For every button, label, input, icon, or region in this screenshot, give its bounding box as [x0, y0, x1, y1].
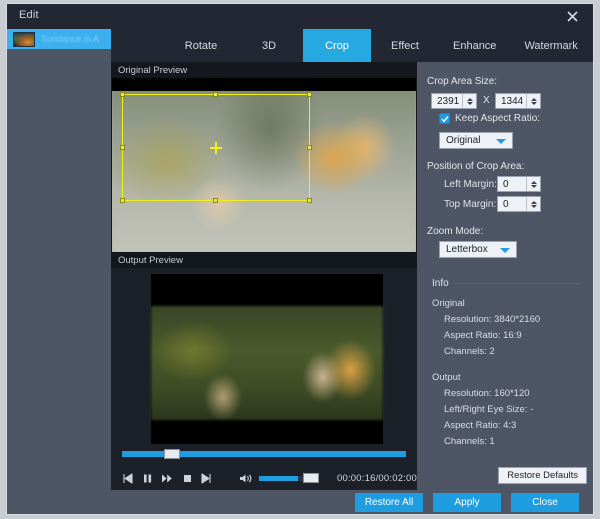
- crop-width-spin-arrows[interactable]: [462, 94, 476, 108]
- left-margin-stepper[interactable]: [497, 176, 541, 192]
- restore-defaults-button[interactable]: Restore Defaults: [498, 467, 587, 484]
- crop-handle-middle-right[interactable]: [307, 144, 312, 150]
- info-original-resolution: Resolution: 3840*2160: [444, 314, 541, 325]
- output-preview-title: Output Preview: [111, 252, 417, 268]
- edit-window: Edit Rotate 3D Crop Effect Enhance Water…: [6, 3, 594, 515]
- zoom-mode-select[interactable]: Letterbox: [439, 241, 517, 258]
- volume-fill: [258, 475, 299, 481]
- volume-slider[interactable]: [258, 472, 319, 483]
- window-title: Edit: [19, 9, 39, 21]
- restore-all-button[interactable]: Restore All: [355, 493, 423, 512]
- info-output-eye-size: Left/Right Eye Size: -: [444, 404, 534, 415]
- original-preview-title: Original Preview: [111, 62, 417, 78]
- output-preview-image: [151, 306, 383, 420]
- zoom-mode-value: Letterbox: [446, 244, 488, 255]
- info-original-heading: Original: [432, 298, 465, 309]
- keep-aspect-ratio-label: Keep Aspect Ratio:: [455, 113, 541, 124]
- original-letterbox-top: [112, 78, 416, 91]
- crop-width-stepper[interactable]: [431, 93, 477, 109]
- crop-handle-bottom-center[interactable]: [213, 198, 218, 203]
- tab-list: Rotate 3D Crop Effect Enhance Watermark: [167, 29, 592, 62]
- top-margin-input[interactable]: [498, 197, 526, 211]
- close-button[interactable]: Close: [511, 493, 579, 512]
- info-title: Info: [432, 278, 449, 289]
- keep-aspect-ratio-checkbox[interactable]: [439, 113, 450, 124]
- time-display: 00:00:16/00:02:00: [336, 472, 417, 484]
- tab-effect[interactable]: Effect: [371, 29, 439, 62]
- title-bar: Edit: [7, 4, 593, 29]
- tab-enhance[interactable]: Enhance: [439, 29, 510, 62]
- skip-previous-icon[interactable]: [120, 469, 136, 488]
- crop-height-input[interactable]: [496, 94, 526, 108]
- info-output-channels: Channels: 1: [444, 436, 495, 447]
- seek-handle[interactable]: [164, 449, 180, 459]
- close-glyph: [566, 11, 578, 22]
- original-preview-panel: Original Preview: [111, 62, 417, 252]
- info-original-aspect-ratio: Aspect Ratio: 16:9: [444, 330, 522, 341]
- footer-bar: Restore All Apply Close: [7, 490, 593, 514]
- info-original-channels: Channels: 2: [444, 346, 495, 357]
- aspect-ratio-select[interactable]: Original: [439, 132, 513, 149]
- stop-icon[interactable]: [179, 469, 195, 488]
- aspect-ratio-value: Original: [446, 135, 481, 146]
- keep-aspect-ratio-row[interactable]: Keep Aspect Ratio:: [439, 113, 540, 124]
- top-margin-stepper[interactable]: [497, 196, 541, 212]
- check-icon: [440, 115, 449, 122]
- top-margin-label: Top Margin:: [444, 199, 497, 210]
- tab-rotate[interactable]: Rotate: [167, 29, 235, 62]
- left-margin-input[interactable]: [498, 177, 526, 191]
- chevron-down-icon: [500, 248, 510, 253]
- sidebar-item-label: Sundance in A: [41, 34, 100, 44]
- output-preview-stage: [151, 274, 383, 450]
- crop-height-spin-arrows[interactable]: [526, 94, 540, 108]
- clip-thumbnail-icon: [13, 31, 35, 47]
- tab-3d[interactable]: 3D: [235, 29, 303, 62]
- apply-button[interactable]: Apply: [433, 493, 501, 512]
- left-margin-spin-arrows[interactable]: [526, 177, 540, 191]
- player-bar: 00:00:16/00:02:00: [111, 444, 417, 492]
- crop-settings-panel: Crop Area Size: X Keep Aspect Ratio: Ori…: [417, 62, 593, 492]
- zoom-mode-label: Zoom Mode:: [427, 226, 484, 237]
- info-output-heading: Output: [432, 372, 461, 383]
- chevron-down-icon: [496, 139, 506, 144]
- info-output-aspect-ratio: Aspect Ratio: 4:3: [444, 420, 517, 431]
- crop-handle-top-right[interactable]: [307, 92, 312, 97]
- crop-handle-bottom-right[interactable]: [307, 198, 312, 203]
- sidebar-item-clip[interactable]: Sundance in A: [7, 29, 111, 49]
- original-preview-stage[interactable]: [112, 78, 416, 252]
- tab-crop[interactable]: Crop: [303, 29, 371, 62]
- top-margin-spin-arrows[interactable]: [526, 197, 540, 211]
- left-margin-label: Left Margin:: [444, 179, 497, 190]
- seek-slider[interactable]: [122, 449, 406, 459]
- transport-controls: 00:00:16/00:02:00: [111, 464, 417, 492]
- volume-icon[interactable]: [239, 473, 253, 484]
- tab-watermark[interactable]: Watermark: [510, 29, 591, 62]
- crop-handle-top-center[interactable]: [213, 92, 218, 97]
- info-section-header: Info: [432, 278, 580, 289]
- volume-handle[interactable]: [302, 472, 319, 483]
- size-separator: X: [483, 95, 490, 106]
- sidebar: Sundance in A: [7, 29, 111, 514]
- skip-next-icon[interactable]: [199, 469, 215, 488]
- crop-width-input[interactable]: [432, 94, 462, 108]
- pause-icon[interactable]: [140, 469, 156, 488]
- output-preview-panel: Output Preview: [111, 252, 417, 450]
- close-icon[interactable]: [555, 4, 589, 29]
- info-output-resolution: Resolution: 160*120: [444, 388, 530, 399]
- crop-handle-middle-left[interactable]: [120, 144, 125, 150]
- crop-selection-rect[interactable]: [120, 92, 312, 203]
- fast-forward-icon[interactable]: [159, 469, 175, 488]
- crop-height-stepper[interactable]: [495, 93, 541, 109]
- crop-handle-bottom-left[interactable]: [120, 198, 125, 203]
- position-of-crop-area-label: Position of Crop Area:: [427, 161, 525, 172]
- crop-area-size-label: Crop Area Size:: [427, 76, 498, 87]
- crop-handle-top-left[interactable]: [120, 92, 125, 97]
- crop-center-crosshair-icon: [210, 141, 222, 154]
